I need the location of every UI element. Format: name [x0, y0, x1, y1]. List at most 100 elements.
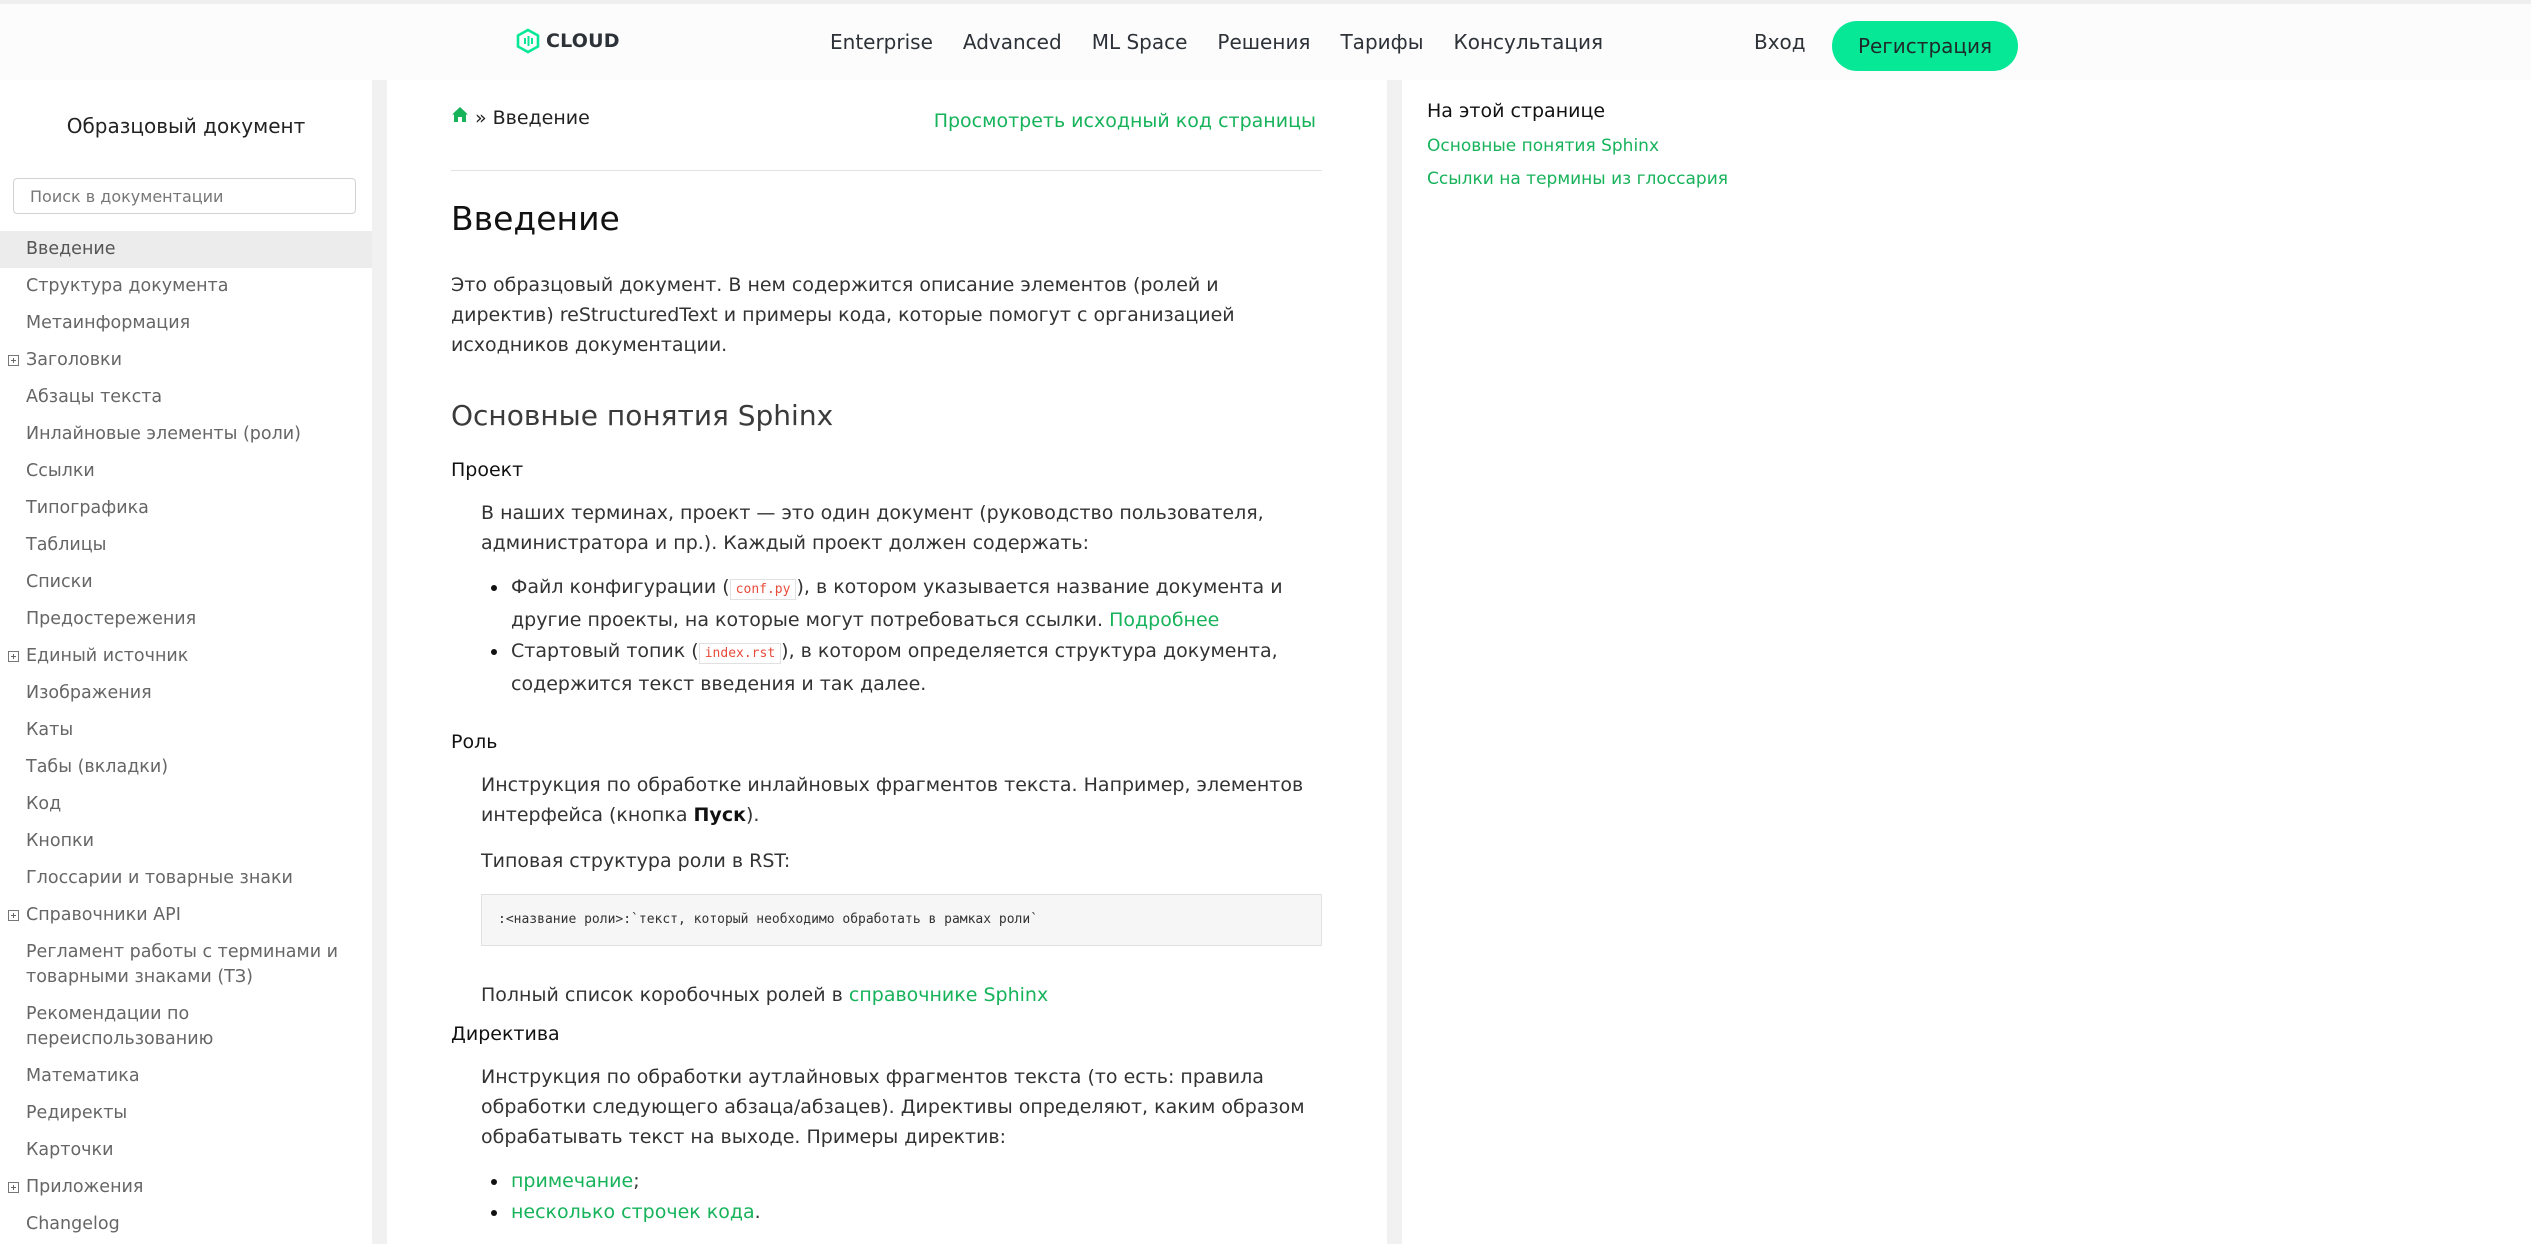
sidebar-item[interactable]: Рекомендации по переиспользованию — [0, 996, 372, 1058]
sphinx-reference-link[interactable]: справочнике Sphinx — [849, 984, 1048, 1006]
nav-solutions[interactable]: Решения — [1217, 30, 1310, 54]
role-full-list: Полный список коробочных ролей в справоч… — [481, 980, 1322, 1010]
sidebar-item[interactable]: Единый источник — [0, 638, 372, 675]
sidebar-item[interactable]: Абзацы текста — [0, 379, 372, 416]
code-lines-directive-link[interactable]: несколько строчек кода — [511, 1201, 755, 1223]
sidebar-item-label: Changelog — [26, 1214, 120, 1234]
sidebar-item-label: Изображения — [26, 683, 152, 703]
inline-code-conf: conf.py — [729, 579, 797, 600]
list-item: Стартовый топик (index.rst), в котором о… — [481, 636, 1322, 700]
sidebar-item-label: Табы (вкладки) — [26, 757, 169, 777]
sidebar-item[interactable]: Код — [0, 786, 372, 823]
term-project: Проект — [451, 459, 524, 481]
sidebar-item[interactable]: Кнопки — [0, 823, 372, 860]
list-item: несколько строчек кода. — [481, 1197, 1322, 1228]
role-text-before: Инструкция по обработке инлайновых фрагм… — [481, 774, 1304, 826]
sidebar-item[interactable]: Изображения — [0, 675, 372, 712]
nav-advanced[interactable]: Advanced — [963, 30, 1062, 54]
sidebar-item[interactable]: Глоссарии и товарные знаки — [0, 860, 372, 897]
home-icon — [452, 107, 468, 122]
sidebar-item-label: Единый источник — [26, 646, 189, 666]
sidebar-item[interactable]: Редиректы — [0, 1095, 372, 1132]
logo-text: CLOUD — [546, 30, 620, 52]
note-directive-link[interactable]: примечание — [511, 1170, 633, 1192]
sidebar-item[interactable]: Changelog — [0, 1206, 372, 1243]
sidebar-item[interactable]: Карточки — [0, 1132, 372, 1169]
breadcrumb-divider — [451, 170, 1322, 171]
ui-element-start: Пуск — [693, 804, 746, 826]
sidebar-item[interactable]: Инлайновые элементы (роли) — [0, 416, 372, 453]
sidebar-item-label: Списки — [26, 572, 93, 592]
section-heading-sphinx-basics: Основные понятия Sphinx — [451, 399, 834, 432]
expand-plus-icon[interactable] — [8, 1182, 19, 1193]
sidebar-item[interactable]: Табы (вкладки) — [0, 749, 372, 786]
sidebar-item-label: Структура документа — [26, 276, 229, 296]
cloud-logo-icon — [516, 28, 540, 54]
sidebar-item-label: Инлайновые элементы (роли) — [26, 424, 301, 444]
sidebar-item-label: Математика — [26, 1066, 140, 1086]
sidebar-title: Образцовый документ — [66, 114, 306, 138]
sidebar-item-label: Предостережения — [26, 609, 197, 629]
nav-pricing[interactable]: Тарифы — [1340, 30, 1423, 54]
sidebar-item-label: Код — [26, 794, 62, 814]
inline-code-index: index.rst — [698, 643, 782, 664]
sidebar-item-label: Абзацы текста — [26, 387, 163, 407]
view-source-link[interactable]: Просмотреть исходный код страницы — [934, 110, 1316, 132]
sidebar-item-label: Типографика — [26, 498, 149, 518]
sidebar-item[interactable]: Приложения — [0, 1169, 372, 1206]
sidebar-item[interactable]: Таблицы — [0, 527, 372, 564]
docs-search-input[interactable] — [13, 178, 356, 214]
nav-consultation[interactable]: Консультация — [1454, 30, 1603, 54]
role-structure-label: Типовая структура роли в RST: — [481, 850, 791, 872]
sidebar-item-label: Заголовки — [26, 350, 122, 370]
sidebar-item[interactable]: Справочники API — [0, 897, 372, 934]
sidebar-item[interactable]: Ссылки — [0, 453, 372, 490]
sidebar-item[interactable]: Математика — [0, 1058, 372, 1095]
sidebar-item[interactable]: Регламент работы с терминами и товарными… — [0, 934, 372, 996]
sidebar-item-label: Регламент работы с терминами и товарными… — [26, 942, 339, 987]
expand-plus-icon[interactable] — [8, 355, 19, 366]
register-button[interactable]: Регистрация — [1832, 21, 2018, 71]
sidebar-item[interactable]: Заголовки — [0, 342, 372, 379]
sidebar-item[interactable]: Списки — [0, 564, 372, 601]
page-title: Введение — [451, 199, 620, 238]
breadcrumb: » Введение — [451, 106, 590, 129]
main-nav: Enterprise Advanced ML Space Решения Тар… — [830, 30, 1603, 54]
sidebar-item-label: Карточки — [26, 1140, 114, 1160]
nav-ml-space[interactable]: ML Space — [1092, 30, 1188, 54]
article: Введение Это образцовый документ. В нем … — [451, 198, 1322, 1228]
cloud-logo[interactable]: CLOUD — [516, 28, 620, 54]
sidebar-item[interactable]: Метаинформация — [0, 305, 372, 342]
home-link[interactable] — [451, 106, 469, 129]
sidebar-item-label: Ссылки — [26, 461, 95, 481]
sidebar-item[interactable]: Типографика — [0, 490, 372, 527]
sidebar-item[interactable]: Каты — [0, 712, 372, 749]
right-gutter — [1387, 80, 1402, 1244]
role-text-after: ). — [745, 804, 760, 826]
definition-role: Инструкция по обработке инлайновых фрагм… — [451, 770, 1322, 1010]
sidebar-item-label: Справочники API — [26, 905, 181, 925]
toc-link-sphinx-basics[interactable]: Основные понятия Sphinx — [1427, 136, 1728, 156]
sidebar-item-label: Каты — [26, 720, 74, 740]
sidebar-item-label: Редиректы — [26, 1103, 128, 1123]
toc-link-glossary-refs[interactable]: Ссылки на термины из глоссария — [1427, 169, 1728, 189]
sidebar-item[interactable]: Введение — [0, 231, 372, 268]
on-this-page: На этой странице Основные понятия Sphinx… — [1427, 100, 1728, 202]
sidebar-item[interactable]: Предостережения — [0, 601, 372, 638]
list-item: Файл конфигурации (conf.py), в котором у… — [481, 572, 1322, 636]
sidebar-item-label: Рекомендации по переиспользованию — [26, 1004, 214, 1049]
intro-paragraph: Это образцовый документ. В нем содержитс… — [451, 274, 1235, 356]
project-requirements-list: Файл конфигурации (conf.py), в котором у… — [481, 572, 1322, 700]
expand-plus-icon[interactable] — [8, 910, 19, 921]
expand-plus-icon[interactable] — [8, 651, 19, 662]
item-text: Стартовый топик ( — [511, 640, 699, 662]
nav-enterprise[interactable]: Enterprise — [830, 30, 933, 54]
code-block: :<название роли>:`текст, который необход… — [481, 894, 1322, 946]
login-link[interactable]: Вход — [1754, 30, 1806, 54]
sidebar-toc: Введение Структура документа Метаинформаци… — [0, 231, 372, 1243]
sidebar-item-label: Кнопки — [26, 831, 94, 851]
docs-sidebar: Образцовый документ Введение Структура до… — [0, 80, 372, 1244]
more-link[interactable]: Подробнее — [1109, 609, 1219, 631]
directive-examples-list: примечание; несколько строчек кода. — [481, 1166, 1322, 1228]
sidebar-item[interactable]: Структура документа — [0, 268, 372, 305]
